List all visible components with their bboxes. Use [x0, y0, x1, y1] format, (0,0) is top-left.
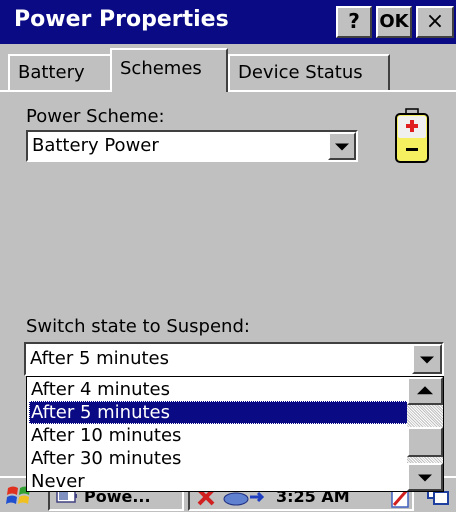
power-scheme-dropdown-button[interactable]: [328, 132, 356, 160]
suspend-select[interactable]: After 5 minutes: [24, 342, 444, 376]
dropdown-option[interactable]: After 30 minutes: [29, 447, 409, 470]
scroll-down-button[interactable]: [407, 463, 443, 491]
power-scheme-select[interactable]: Battery Power: [26, 130, 358, 162]
help-button[interactable]: ?: [336, 6, 372, 38]
chevron-down-icon: [420, 356, 434, 364]
suspend-dropdown-list: After 4 minutes After 5 minutes After 10…: [26, 376, 444, 492]
power-scheme-label: Power Scheme:: [26, 106, 165, 127]
scroll-up-button[interactable]: [407, 377, 443, 405]
dropdown-scrollbar[interactable]: [407, 377, 443, 491]
dropdown-option[interactable]: Never: [29, 470, 409, 491]
chevron-up-icon: [417, 386, 433, 395]
suspend-dropdown-button[interactable]: [412, 344, 442, 374]
dropdown-option[interactable]: After 4 minutes: [29, 378, 409, 401]
tab-device-status[interactable]: Device Status: [228, 54, 390, 90]
battery-icon: [395, 108, 429, 163]
suspend-label: Switch state to Suspend:: [26, 316, 250, 337]
tab-schemes[interactable]: Schemes: [110, 48, 228, 92]
suspend-value: After 5 minutes: [30, 348, 169, 369]
window-title: Power Properties: [14, 7, 229, 32]
dropdown-option-selected[interactable]: After 5 minutes: [29, 401, 409, 424]
close-button[interactable]: ×: [416, 6, 454, 38]
scroll-thumb[interactable]: [407, 427, 443, 457]
title-bar: Power Properties ? OK ×: [0, 0, 456, 44]
ok-button[interactable]: OK: [376, 6, 412, 38]
tab-divider: [0, 90, 456, 92]
tab-battery[interactable]: Battery: [8, 54, 112, 90]
chevron-down-icon: [418, 474, 432, 482]
dropdown-option[interactable]: After 10 minutes: [29, 424, 409, 447]
power-scheme-value: Battery Power: [32, 135, 159, 156]
chevron-down-icon: [335, 143, 349, 151]
